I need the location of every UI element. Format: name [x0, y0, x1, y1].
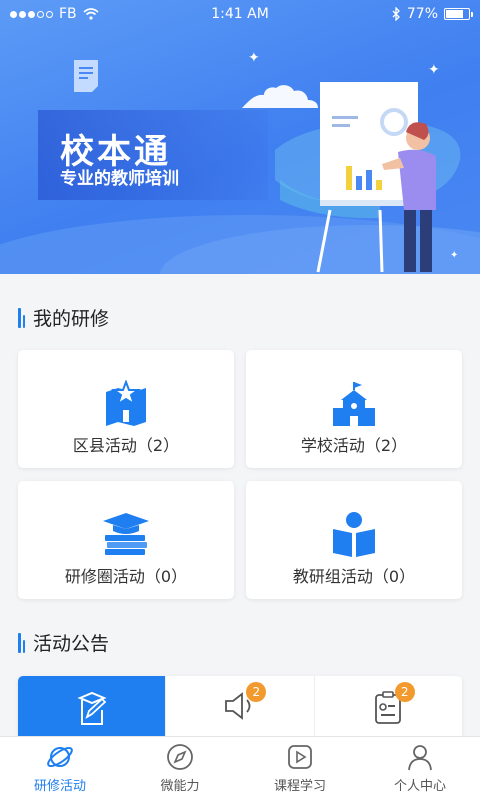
tab-course-study[interactable]: 课程学习	[240, 737, 360, 800]
section-title-text: 活动公告	[33, 633, 110, 655]
teacher-illustration	[275, 82, 461, 273]
edit-document-icon	[77, 691, 107, 725]
tab-micro-ability[interactable]: 微能力	[120, 737, 240, 800]
notification-badge: 2	[394, 682, 415, 702]
card-school-activity[interactable]: 学校活动（2）	[246, 350, 462, 468]
tab-label: 微能力	[160, 779, 200, 794]
books-graduation-cap-icon	[103, 513, 149, 555]
tab-label: 个人中心	[393, 779, 446, 794]
signal-icon	[10, 10, 53, 18]
tab-personal-center[interactable]: 个人中心	[360, 737, 480, 800]
wifi-icon	[83, 8, 99, 20]
card-label: 教研组活动（0）	[292, 567, 416, 586]
battery-icon	[444, 8, 473, 20]
battery-percent: 77%	[406, 6, 438, 22]
status-time: 1:41 AM	[211, 6, 269, 22]
district-star-icon	[106, 380, 146, 426]
school-building-icon	[333, 382, 375, 426]
card-label: 学校活动（2）	[300, 436, 408, 455]
section-title-text: 我的研修	[33, 308, 110, 330]
notification-badge: 2	[246, 682, 267, 702]
tab-training-activities[interactable]: 研修活动	[0, 737, 120, 800]
planet-icon	[47, 746, 73, 768]
tab-label: 研修活动	[33, 779, 86, 794]
card-teaching-group-activity[interactable]: 教研组活动（0）	[246, 481, 462, 599]
section-my-training: 我的研修	[18, 304, 109, 331]
sparkle-icon: ✦	[248, 50, 260, 66]
bottom-tab-bar: 研修活动 微能力 课程学习 个人中心	[0, 736, 480, 800]
compass-icon	[167, 744, 193, 770]
person-icon	[408, 745, 432, 771]
play-icon	[288, 745, 312, 769]
section-announcements: 活动公告	[18, 629, 109, 656]
reading-person-icon	[333, 512, 375, 557]
section-marker-icon	[18, 632, 25, 653]
banner[interactable]: ✦ ✦ ✦ 校本通 专业的教师培训	[0, 0, 480, 274]
card-label: 研修圈活动（0）	[64, 567, 188, 586]
card-label: 区县活动（2）	[72, 436, 180, 455]
card-district-activity[interactable]: 区县活动（2）	[18, 350, 234, 468]
tab-label: 课程学习	[273, 779, 326, 794]
carrier: FB	[59, 6, 77, 22]
section-marker-icon	[18, 307, 25, 328]
banner-subtitle: 专业的教师培训	[60, 169, 179, 189]
card-training-circle-activity[interactable]: 研修圈活动（0）	[18, 481, 234, 599]
status-bar: FB 1:41 AM 77%	[0, 0, 480, 28]
bluetooth-icon	[392, 7, 400, 21]
document-icon	[74, 60, 98, 92]
